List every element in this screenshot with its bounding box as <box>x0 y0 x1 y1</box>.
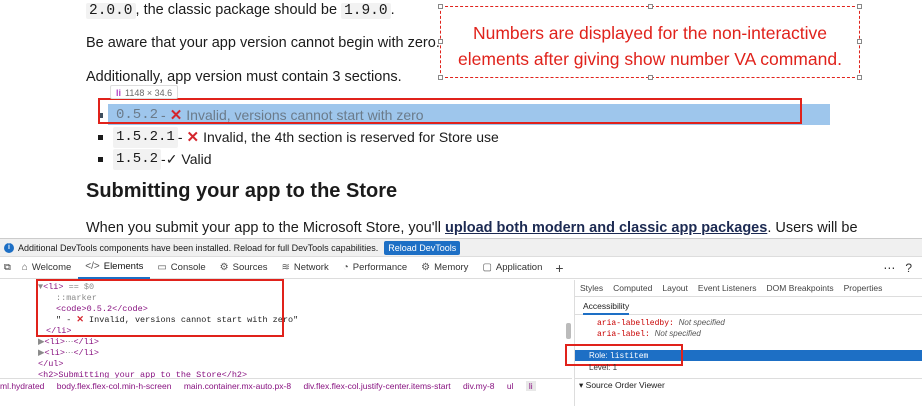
list-item: 1.5.2.1 - ✕ Invalid, the 4th section is … <box>98 126 499 148</box>
highlight-annotation-box <box>98 98 802 124</box>
caret-down-icon: ▾ <box>579 380 584 390</box>
side-tabbar: Styles Computed Layout Event Listeners D… <box>575 280 922 297</box>
resize-handle[interactable] <box>438 4 443 9</box>
tab-performance[interactable]: ◔ Performance <box>336 257 414 279</box>
resize-handle[interactable] <box>648 4 653 9</box>
add-tab-button[interactable]: + <box>549 260 569 276</box>
paragraph-zero-rule: Be aware that your app version cannot be… <box>86 35 440 51</box>
resize-handle[interactable] <box>438 75 443 80</box>
reload-devtools-button[interactable]: Reload DevTools <box>384 240 461 255</box>
tab-network[interactable]: ≋ Network <box>274 257 335 279</box>
element-size-tooltip: li 1148 × 34.6 <box>110 85 179 99</box>
breadcrumb-item[interactable]: div.my-8 <box>463 381 495 391</box>
breadcrumb-item[interactable]: ul <box>507 381 514 391</box>
tab-accessibility[interactable]: Accessibility <box>575 297 922 315</box>
tab-layout[interactable]: Layout <box>657 283 693 293</box>
web-page: 2.0.0, the classic package should be 1.9… <box>0 0 922 240</box>
resize-handle[interactable] <box>648 75 653 80</box>
devtools-toolbar-right: ⋯ ? <box>883 257 912 279</box>
devtools-tabbar: ⧉ ⌂ Welcome </> Elements ▭ Console ⚙ Sources… <box>0 257 922 279</box>
breadcrumb-item[interactable]: div.flex.flex-col.justify-center.items-s… <box>303 381 450 391</box>
aria-label-property: aria-label: Not specified <box>597 329 701 339</box>
side-panel: Styles Computed Layout Event Listeners D… <box>565 280 922 406</box>
resize-handle[interactable] <box>438 39 443 44</box>
paragraph-sections-rule: Additionally, app version must contain 3… <box>86 69 402 85</box>
resize-handle[interactable] <box>857 4 862 9</box>
breadcrumb-item[interactable]: main.container.mx-auto.px-8 <box>184 381 291 391</box>
console-icon: ▭ <box>157 262 167 273</box>
breadcrumb-item[interactable]: ml.hydrated <box>0 381 44 391</box>
home-icon: ⌂ <box>21 262 28 273</box>
tab-elements[interactable]: </> Elements <box>78 257 151 279</box>
tab-properties[interactable]: Properties <box>839 283 888 293</box>
paragraph-submit: When you submit your app to the Microsof… <box>86 220 858 236</box>
paragraph-version-rule: 2.0.0, the classic package should be 1.9… <box>86 0 395 21</box>
bullet-icon <box>98 134 103 140</box>
dom-annotation-box <box>36 279 284 337</box>
breadcrumb: ml.hydrated body.flex.flex-col.min-h-scr… <box>0 378 572 392</box>
resize-handle[interactable] <box>857 39 862 44</box>
performance-icon: ◔ <box>342 262 349 273</box>
memory-icon: ⚙ <box>421 262 431 273</box>
tab-event-listeners[interactable]: Event Listeners <box>693 283 762 293</box>
role-annotation-box <box>565 344 683 366</box>
application-icon: ▢ <box>482 262 492 273</box>
check-icon: ✓ <box>165 150 178 167</box>
tab-dom-breakpoints[interactable]: DOM Breakpoints <box>762 283 839 293</box>
dom-node-li-collapsed[interactable]: ▶<li>⋯</li> <box>38 348 99 359</box>
version-code: 1.9.0 <box>341 3 391 19</box>
wifi-icon: ≋ <box>281 262 290 273</box>
more-options-icon[interactable]: ⋯ <box>883 261 895 275</box>
tab-sources[interactable]: ⚙ Sources <box>213 257 275 279</box>
cross-icon: ✕ <box>186 128 200 146</box>
breadcrumb-item[interactable]: li <box>525 381 536 391</box>
elements-scrollbar[interactable] <box>566 323 571 339</box>
dom-node-li-collapsed[interactable]: ▶<li>⋯</li> <box>38 337 99 348</box>
tab-computed[interactable]: Computed <box>608 283 657 293</box>
upload-packages-link[interactable]: upload both modern and classic app packa… <box>445 220 767 236</box>
breadcrumb-item[interactable]: body.flex.flex-col.min-h-screen <box>57 381 172 391</box>
tab-welcome[interactable]: ⌂ Welcome <box>15 257 78 279</box>
toggle-device-icon[interactable]: ⧉ <box>0 257 15 279</box>
tab-styles[interactable]: Styles <box>575 283 608 293</box>
annotation-note: Numbers are displayed for the non-intera… <box>440 6 860 78</box>
devtools-infobar: i Additional DevTools components have be… <box>0 239 922 257</box>
sources-icon: ⚙ <box>219 262 229 273</box>
version-code: 2.0.0 <box>86 3 136 19</box>
tab-console[interactable]: ▭ Console <box>150 257 212 279</box>
devtools-panel: i Additional DevTools components have be… <box>0 238 922 406</box>
help-icon[interactable]: ? <box>905 261 912 275</box>
info-icon: i <box>4 242 14 253</box>
source-order-viewer-section[interactable]: ▾ Source Order Viewer <box>575 378 922 391</box>
element-tag-icon: li <box>116 88 122 98</box>
code-icon: </> <box>85 261 100 272</box>
tab-application[interactable]: ▢ Application <box>475 257 549 279</box>
resize-handle[interactable] <box>857 75 862 80</box>
bullet-icon <box>98 156 103 162</box>
aria-labelledby-property: aria-labelledby: Not specified <box>597 318 725 328</box>
list-item: 1.5.2 - ✓ Valid <box>98 148 499 170</box>
section-heading: Submitting your app to the Store <box>86 180 398 202</box>
tab-memory[interactable]: ⚙ Memory <box>414 257 475 279</box>
dom-node-ul-close[interactable]: </ul> <box>38 359 64 370</box>
level-property: Level: 1 <box>589 363 618 372</box>
